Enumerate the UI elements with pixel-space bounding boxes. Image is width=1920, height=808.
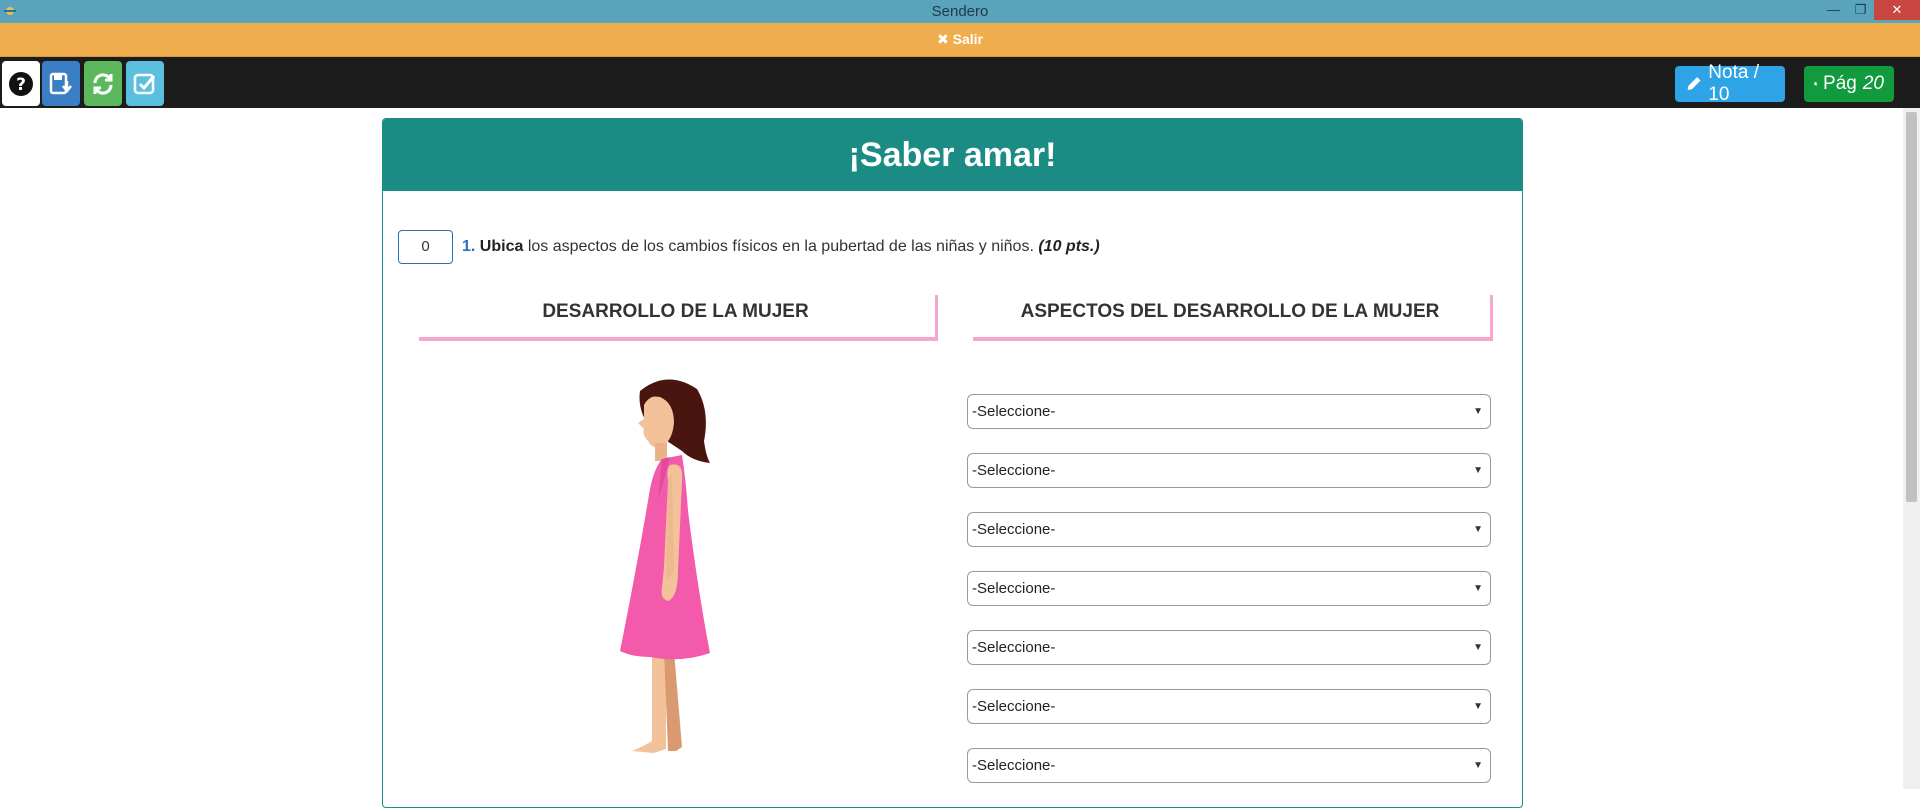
app-icon [4,7,16,15]
caret-down-icon: ▼ [1473,642,1483,653]
toolbar: ? Nota / 10 Pág 20 [0,57,1920,108]
grade-badge[interactable]: Nota / 10 [1675,62,1785,105]
help-button[interactable]: ? [2,61,40,106]
question-verb: Ubica [479,238,524,255]
question-text: los aspectos de los cambios físicos en l… [527,238,1034,255]
aspect-select[interactable]: -Seleccione- ▼ [967,630,1491,665]
page-badge[interactable]: Pág 20 [1804,66,1894,102]
check-button[interactable] [126,61,164,106]
minimize-button[interactable]: — [1820,0,1847,20]
aspect-select[interactable]: -Seleccione- ▼ [967,394,1491,429]
activity-panel: ¡Saber amar! 0 1. Ubica los aspectos de … [382,118,1523,808]
aspect-select-list: -Seleccione- ▼ -Seleccione- ▼ -Seleccione-… [967,394,1491,807]
refresh-button[interactable] [84,61,122,106]
exit-button[interactable]: ✖ Salir [937,31,983,48]
window-title: Sendero [931,3,989,20]
caret-down-icon: ▼ [1473,701,1483,712]
page-label: Pág [1823,73,1857,94]
window-titlebar: Sendero — ❐ ✕ [0,0,1920,23]
caret-down-icon: ▼ [1473,524,1483,535]
question-circle-icon: ? [9,71,33,96]
save-button[interactable] [42,61,80,106]
aspect-select[interactable]: -Seleccione- ▼ [967,748,1491,783]
question-row: 0 1. Ubica los aspectos de los cambios f… [398,230,1100,264]
check-square-icon [133,73,156,94]
aspect-select[interactable]: -Seleccione- ▼ [967,689,1491,724]
question-number: 1. [462,238,476,255]
grade-label: Nota / 10 [1708,62,1759,105]
question-points: (10 pts.) [1038,238,1100,255]
girl-illustration [620,379,710,753]
save-download-icon [49,72,72,94]
aspect-select[interactable]: -Seleccione- ▼ [967,453,1491,488]
caret-down-icon: ▼ [1473,760,1483,771]
caret-down-icon: ▼ [1473,583,1483,594]
page-number: 20 [1862,73,1884,94]
scrollbar-thumb[interactable] [1906,112,1917,502]
vertical-scrollbar[interactable] [1903,108,1920,789]
caret-down-icon: ▼ [1473,406,1483,417]
exit-bar: ✖ Salir [0,23,1920,57]
aspect-select[interactable]: -Seleccione- ▼ [967,512,1491,547]
caret-down-icon: ▼ [1473,465,1483,476]
aspect-select[interactable]: -Seleccione- ▼ [967,571,1491,606]
close-button[interactable]: ✕ [1874,0,1920,20]
refresh-icon [93,72,113,95]
column-header-left: DESARROLLO DE LA MUJER [416,291,935,337]
svg-text:?: ? [16,75,26,95]
window-controls: — ❐ ✕ [1820,0,1920,23]
score-field[interactable]: 0 [398,230,453,264]
bookmark-icon [1814,82,1817,86]
panel-title: ¡Saber amar! [383,119,1522,191]
pencil-icon [1687,77,1701,91]
column-header-right: ASPECTOS DEL DESARROLLO DE LA MUJER [970,291,1490,337]
restore-button[interactable]: ❐ [1847,0,1874,20]
